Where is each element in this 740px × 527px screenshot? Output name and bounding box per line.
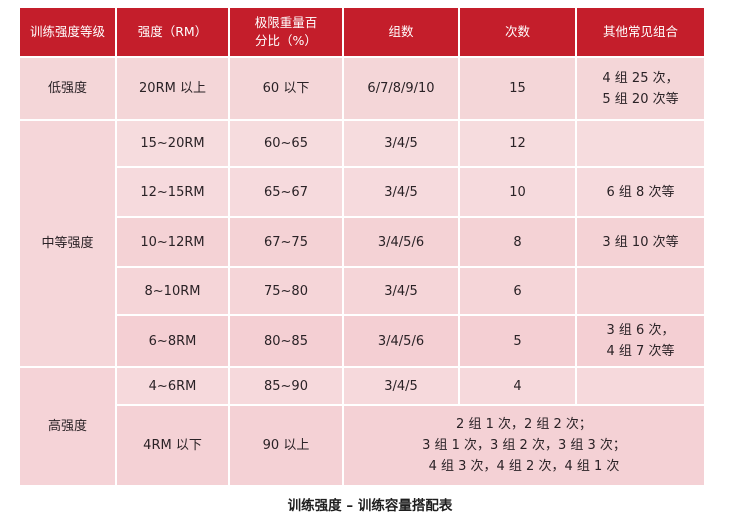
percent-cell: 60 以下 bbox=[228, 56, 344, 121]
combos-cell: 3 组 6 次， 4 组 7 次等 bbox=[575, 314, 706, 368]
percent-cell: 75~80 bbox=[228, 266, 344, 316]
sets-cell: 3/4/5 bbox=[342, 266, 460, 316]
sets-cell: 3/4/5 bbox=[342, 366, 460, 406]
table-row: 12~15RM 65~67 3/4/5 10 6 组 8 次等 bbox=[19, 166, 706, 218]
table-row: 8~10RM 75~80 3/4/5 6 bbox=[19, 266, 706, 316]
sets-cell: 6/7/8/9/10 bbox=[342, 56, 460, 121]
percent-cell: 85~90 bbox=[228, 366, 344, 406]
percent-cell: 65~67 bbox=[228, 166, 344, 218]
reps-cell: 4 bbox=[458, 366, 577, 406]
sets-cell: 3/4/5 bbox=[342, 119, 460, 168]
header-sets: 组数 bbox=[342, 6, 460, 58]
rm-cell: 10~12RM bbox=[115, 216, 230, 268]
combo-line: 3 组 10 次等 bbox=[602, 234, 679, 250]
table-caption: 训练强度 – 训练容量搭配表 bbox=[287, 498, 453, 514]
table-row: 低强度 20RM 以上 60 以下 6/7/8/9/10 15 4 组 25 次… bbox=[18, 56, 706, 121]
reps-cell: 8 bbox=[458, 216, 577, 268]
level-medium: 中等强度 bbox=[18, 119, 117, 368]
reps-cell: 10 bbox=[458, 166, 577, 218]
rm-cell: 4RM 以下 bbox=[115, 404, 230, 487]
header-rm: 强度（RM） bbox=[115, 6, 230, 58]
sets-cell: 3/4/5/6 bbox=[342, 216, 460, 268]
combos-cell bbox=[575, 366, 706, 406]
level-high: 高强度 bbox=[18, 366, 117, 487]
combo-line: 3 组 1 次，3 组 2 次，3 组 3 次； bbox=[422, 438, 626, 453]
rm-cell: 15~20RM bbox=[115, 119, 230, 168]
combo-line: 4 组 3 次，4 组 2 次，4 组 1 次 bbox=[428, 459, 620, 474]
combo-line: 5 组 20 次等 bbox=[602, 91, 679, 107]
table-row: 10~12RM 67~75 3/4/5/6 8 3 组 10 次等 bbox=[19, 216, 706, 268]
combo-line: 6 组 8 次等 bbox=[606, 184, 675, 200]
level-low: 低强度 bbox=[18, 56, 117, 121]
percent-cell: 60~65 bbox=[228, 119, 344, 168]
combo-line: 4 组 25 次， bbox=[602, 70, 679, 86]
training-intensity-table: 训练强度等级 强度（RM） 极限重量百分比（%） 组数 次数 其他常见组合 低强… bbox=[18, 6, 706, 487]
training-table-container: 训练强度等级 强度（RM） 极限重量百分比（%） 组数 次数 其他常见组合 低强… bbox=[18, 6, 706, 487]
table-row: 4RM 以下 90 以上 2 组 1 次，2 组 2 次； 3 组 1 次，3 … bbox=[19, 404, 706, 487]
reps-cell: 12 bbox=[458, 119, 577, 168]
combos-cell: 4 组 25 次， 5 组 20 次等 bbox=[575, 56, 706, 121]
combo-line: 2 组 1 次，2 组 2 次； bbox=[456, 417, 592, 432]
header-intensity-level: 训练强度等级 bbox=[18, 6, 117, 58]
sets-cell: 3/4/5/6 bbox=[342, 314, 460, 368]
combos-cell: 3 组 10 次等 bbox=[575, 216, 706, 268]
percent-cell: 90 以上 bbox=[228, 404, 344, 487]
combos-cell-merged: 2 组 1 次，2 组 2 次； 3 组 1 次，3 组 2 次，3 组 3 次… bbox=[342, 404, 706, 487]
header-combos: 其他常见组合 bbox=[575, 6, 706, 58]
rm-cell: 20RM 以上 bbox=[115, 56, 230, 121]
reps-cell: 6 bbox=[458, 266, 577, 316]
rm-cell: 8~10RM bbox=[115, 266, 230, 316]
rm-cell: 6~8RM bbox=[115, 314, 230, 368]
table-row: 高强度 4~6RM 85~90 3/4/5 4 bbox=[18, 366, 706, 487]
percent-cell: 80~85 bbox=[228, 314, 344, 368]
sets-cell: 3/4/5 bbox=[342, 166, 460, 218]
table-row: 中等强度 15~20RM 60~65 3/4/5 12 bbox=[18, 119, 706, 368]
reps-cell: 15 bbox=[458, 56, 577, 121]
combo-line: 4 组 7 次等 bbox=[606, 344, 675, 359]
rm-cell: 4~6RM bbox=[115, 366, 230, 406]
header-percent: 极限重量百分比（%） bbox=[228, 6, 344, 58]
combos-cell: 6 组 8 次等 bbox=[575, 166, 706, 218]
percent-cell: 67~75 bbox=[228, 216, 344, 268]
combos-cell bbox=[575, 119, 706, 168]
combos-cell bbox=[575, 266, 706, 316]
header-reps: 次数 bbox=[458, 6, 577, 58]
rm-cell: 12~15RM bbox=[115, 166, 230, 218]
table-row: 6~8RM 80~85 3/4/5/6 5 3 组 6 次， 4 组 7 次等 bbox=[19, 314, 706, 368]
reps-cell: 5 bbox=[458, 314, 577, 368]
combo-line: 3 组 6 次， bbox=[606, 323, 675, 338]
table-header-row: 训练强度等级 强度（RM） 极限重量百分比（%） 组数 次数 其他常见组合 bbox=[18, 6, 706, 58]
